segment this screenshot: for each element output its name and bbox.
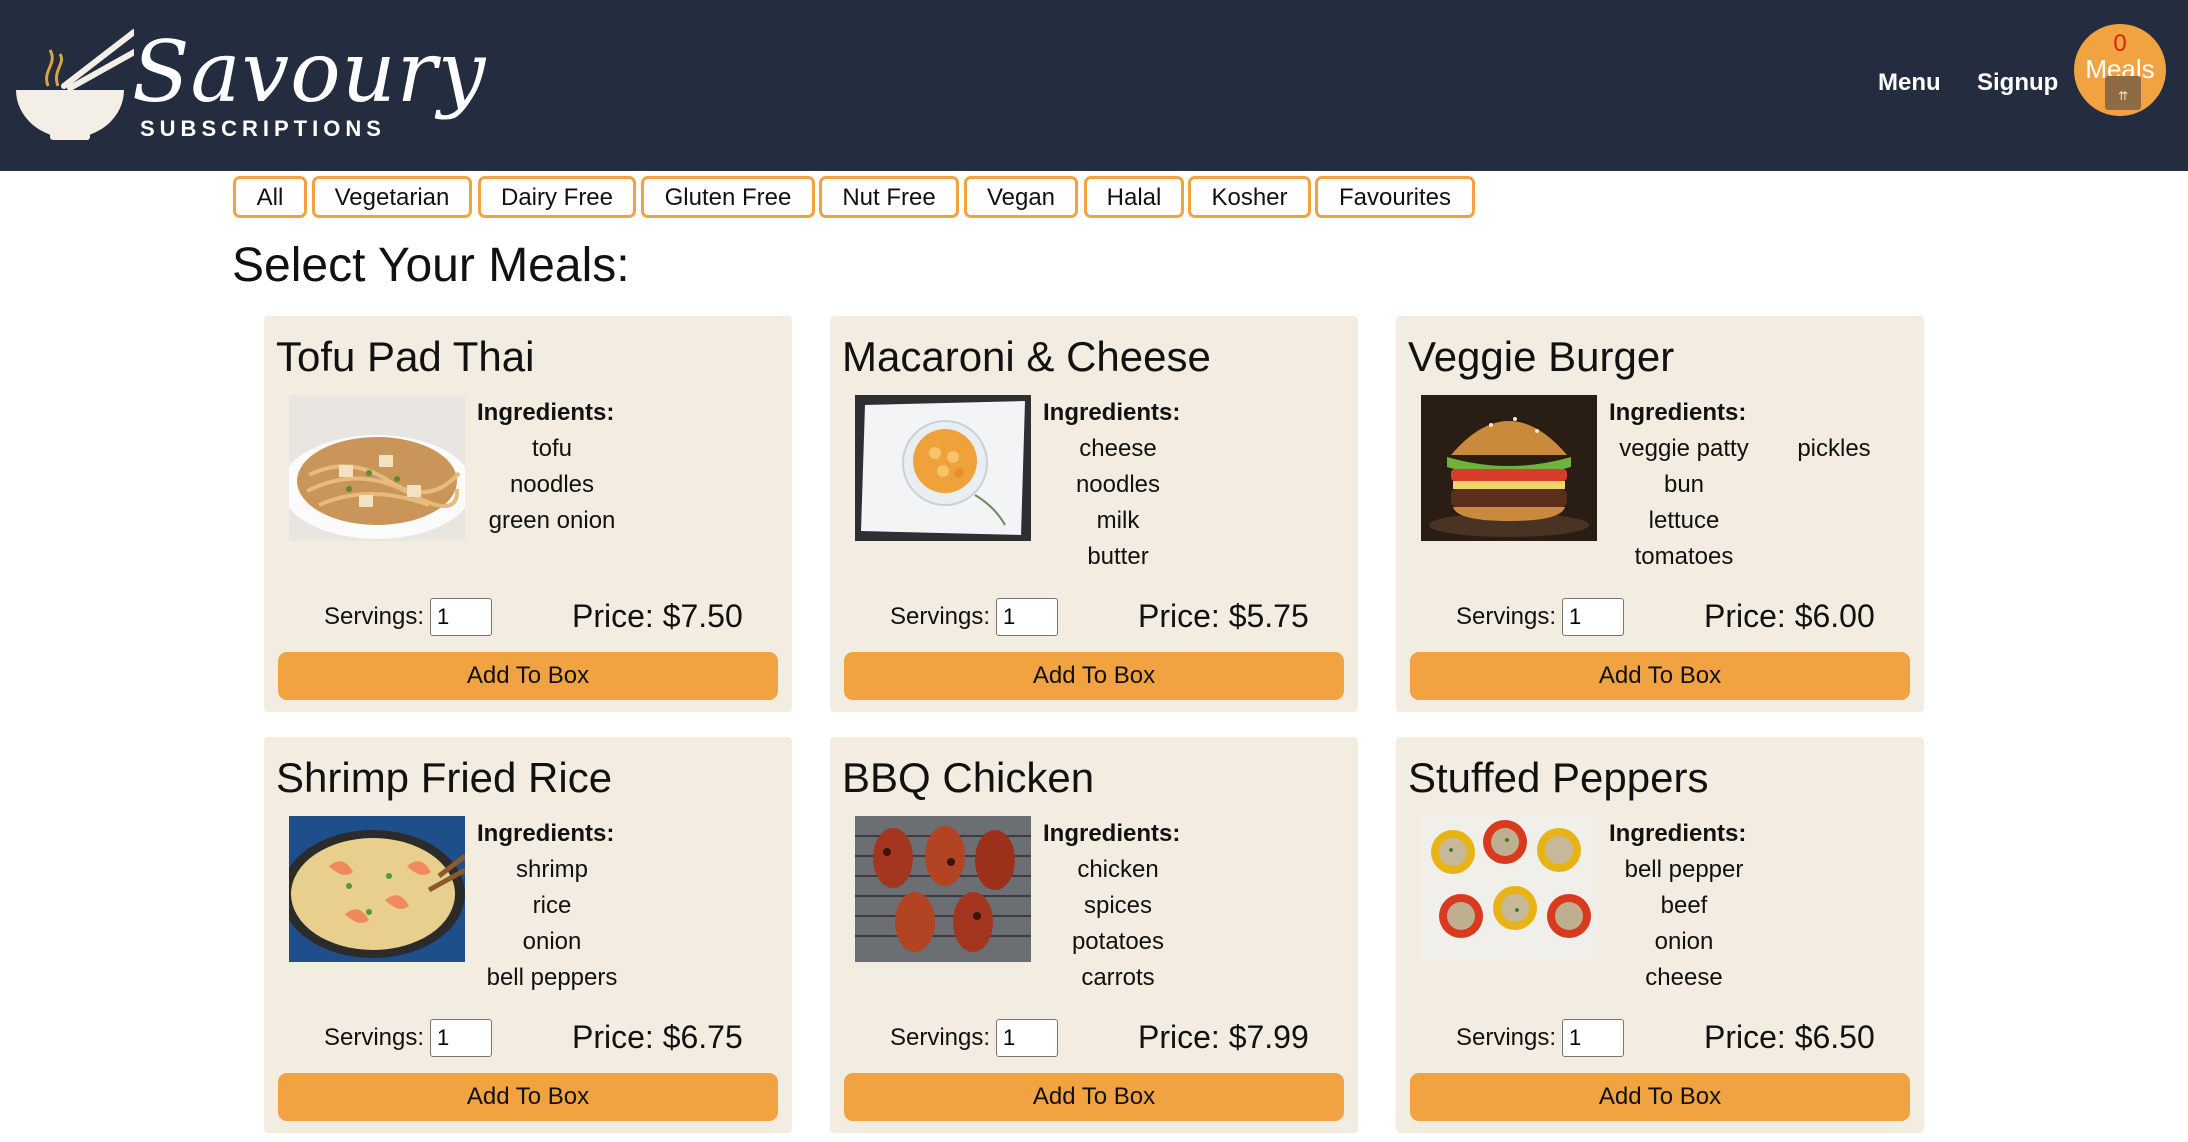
- page-title: Select Your Meals:: [232, 239, 630, 292]
- ingredient: shrimp: [515, 856, 588, 883]
- ingredients-heading: Ingredients:: [477, 820, 615, 847]
- meal-title: Veggie Burger: [1408, 333, 1675, 380]
- filter-favourites[interactable]: Favourites: [1315, 176, 1475, 218]
- filter-vegan[interactable]: Vegan: [964, 176, 1078, 218]
- price: Price: $6.00: [1704, 598, 1875, 634]
- meal-image-mac-and-cheese: [855, 395, 1031, 541]
- ingredient: tofu: [531, 435, 573, 462]
- filter-nut-free[interactable]: Nut Free: [819, 176, 959, 218]
- meal-image-bbq-chicken: [855, 816, 1031, 962]
- logo-subtitle: SUBSCRIPTIONS: [140, 116, 386, 141]
- ingredient: cheese: [1079, 435, 1157, 462]
- meal-card-tofu-pad-thai: Tofu Pad Thai Ingredients: tofu noodles …: [264, 316, 792, 712]
- filter-dairy-free[interactable]: Dairy Free: [478, 176, 636, 218]
- ingredient: carrots: [1081, 964, 1155, 991]
- logo-wordmark: Savoury: [132, 23, 487, 121]
- servings-input[interactable]: [996, 1019, 1058, 1057]
- ingredients-list: shrimp rice onion bell peppers: [477, 855, 777, 1005]
- meal-card-shrimp-fried-rice: Shrimp Fried Rice Ingredients: shrimp ri…: [264, 737, 792, 1133]
- servings-label: Servings:: [324, 1024, 425, 1051]
- filter-vegetarian[interactable]: Vegetarian: [312, 176, 472, 218]
- nav-menu-link[interactable]: Menu: [1878, 68, 1941, 98]
- servings-label: Servings:: [1456, 1024, 1557, 1051]
- servings-label: Servings:: [890, 603, 991, 630]
- add-to-box-button[interactable]: Add To Box: [844, 1073, 1344, 1121]
- price: Price: $5.75: [1138, 598, 1309, 634]
- add-to-box-button[interactable]: Add To Box: [278, 1073, 778, 1121]
- ingredient: pickles: [1797, 435, 1871, 462]
- nav-signup-link[interactable]: Signup: [1977, 68, 2058, 98]
- ingredient: bell peppers: [486, 964, 618, 991]
- ingredients-heading: Ingredients:: [1043, 399, 1181, 426]
- add-to-box-button[interactable]: Add To Box: [278, 652, 778, 700]
- ingredient: veggie patty: [1619, 435, 1749, 462]
- meal-image-pad-thai: [289, 395, 465, 541]
- add-to-box-button[interactable]: Add To Box: [1410, 1073, 1910, 1121]
- ingredients-list: cheese noodles milk butter: [1043, 434, 1343, 584]
- meal-image-stuffed-peppers: [1421, 816, 1597, 962]
- ingredient: noodles: [509, 471, 595, 498]
- price: Price: $6.75: [572, 1019, 743, 1055]
- ingredients-heading: Ingredients:: [1609, 820, 1747, 847]
- price: Price: $7.99: [1138, 1019, 1309, 1055]
- meal-title: BBQ Chicken: [842, 754, 1095, 801]
- filter-all[interactable]: All: [233, 176, 307, 218]
- ingredients-heading: Ingredients:: [1043, 820, 1181, 847]
- meal-card-veggie-burger: Veggie Burger Ingredients: veggie patty …: [1396, 316, 1924, 712]
- ingredient: rice: [532, 892, 572, 919]
- bowl-icon: [16, 29, 134, 140]
- ingredient: spices: [1083, 892, 1153, 919]
- servings-input[interactable]: [1562, 1019, 1624, 1057]
- ingredients-list: tofu noodles green onion: [477, 434, 777, 584]
- ingredients-heading: Ingredients:: [1609, 399, 1747, 426]
- meal-title: Shrimp Fried Rice: [276, 754, 613, 801]
- ingredient: onion: [522, 928, 582, 955]
- ingredient: tomatoes: [1634, 543, 1734, 570]
- price: Price: $6.50: [1704, 1019, 1875, 1055]
- meal-title: Tofu Pad Thai: [276, 333, 535, 380]
- filter-halal[interactable]: Halal: [1084, 176, 1184, 218]
- servings-label: Servings:: [890, 1024, 991, 1051]
- meal-card-bbq-chicken: BBQ Chicken Ingredients: chicken spices …: [830, 737, 1358, 1133]
- ingredients-list: chicken spices potatoes carrots: [1043, 855, 1343, 1005]
- add-to-box-button[interactable]: Add To Box: [1410, 652, 1910, 700]
- meal-card-macaroni-cheese: Macaroni & Cheese Ingredients: cheese no…: [830, 316, 1358, 712]
- ingredient: cheese: [1645, 964, 1723, 991]
- price: Price: $7.50: [572, 598, 743, 634]
- ingredients-list: bell pepper beef onion cheese: [1609, 855, 1909, 1005]
- ingredients-heading: Ingredients:: [477, 399, 615, 426]
- ingredient: noodles: [1075, 471, 1161, 498]
- cart-button[interactable]: 0 Meals ⇈: [2074, 24, 2166, 116]
- servings-input[interactable]: [430, 598, 492, 636]
- logo[interactable]: Savoury SUBSCRIPTIONS: [14, 24, 485, 144]
- servings-label: Servings:: [324, 603, 425, 630]
- meal-image-shrimp-fried-rice: [289, 816, 465, 962]
- ingredient: lettuce: [1648, 507, 1720, 534]
- meal-image-veggie-burger: [1421, 395, 1597, 541]
- servings-input[interactable]: [430, 1019, 492, 1057]
- meal-title: Macaroni & Cheese: [842, 333, 1211, 380]
- ingredient: green onion: [488, 507, 616, 534]
- ingredient: butter: [1087, 543, 1149, 570]
- ingredient: potatoes: [1071, 928, 1165, 955]
- ingredient: beef: [1660, 892, 1708, 919]
- servings-input[interactable]: [1562, 598, 1624, 636]
- filter-gluten-free[interactable]: Gluten Free: [641, 176, 815, 218]
- servings-input[interactable]: [996, 598, 1058, 636]
- ingredient: chicken: [1077, 856, 1159, 883]
- ingredient: milk: [1096, 507, 1140, 534]
- box-icon: ⇈: [2105, 76, 2141, 110]
- ingredients-list: veggie patty bun lettuce tomatoes pickle…: [1609, 434, 1909, 584]
- meal-card-stuffed-peppers: Stuffed Peppers Ingredients: bell pepper…: [1396, 737, 1924, 1133]
- filter-kosher[interactable]: Kosher: [1188, 176, 1311, 218]
- ingredient: onion: [1654, 928, 1714, 955]
- site-header: Savoury SUBSCRIPTIONS Menu Signup 0 Meal…: [0, 0, 2188, 171]
- meal-title: Stuffed Peppers: [1408, 754, 1709, 801]
- cart-count: 0: [2113, 30, 2127, 57]
- add-to-box-button[interactable]: Add To Box: [844, 652, 1344, 700]
- ingredient: bell pepper: [1624, 856, 1744, 883]
- ingredient: bun: [1663, 471, 1705, 498]
- servings-label: Servings:: [1456, 603, 1557, 630]
